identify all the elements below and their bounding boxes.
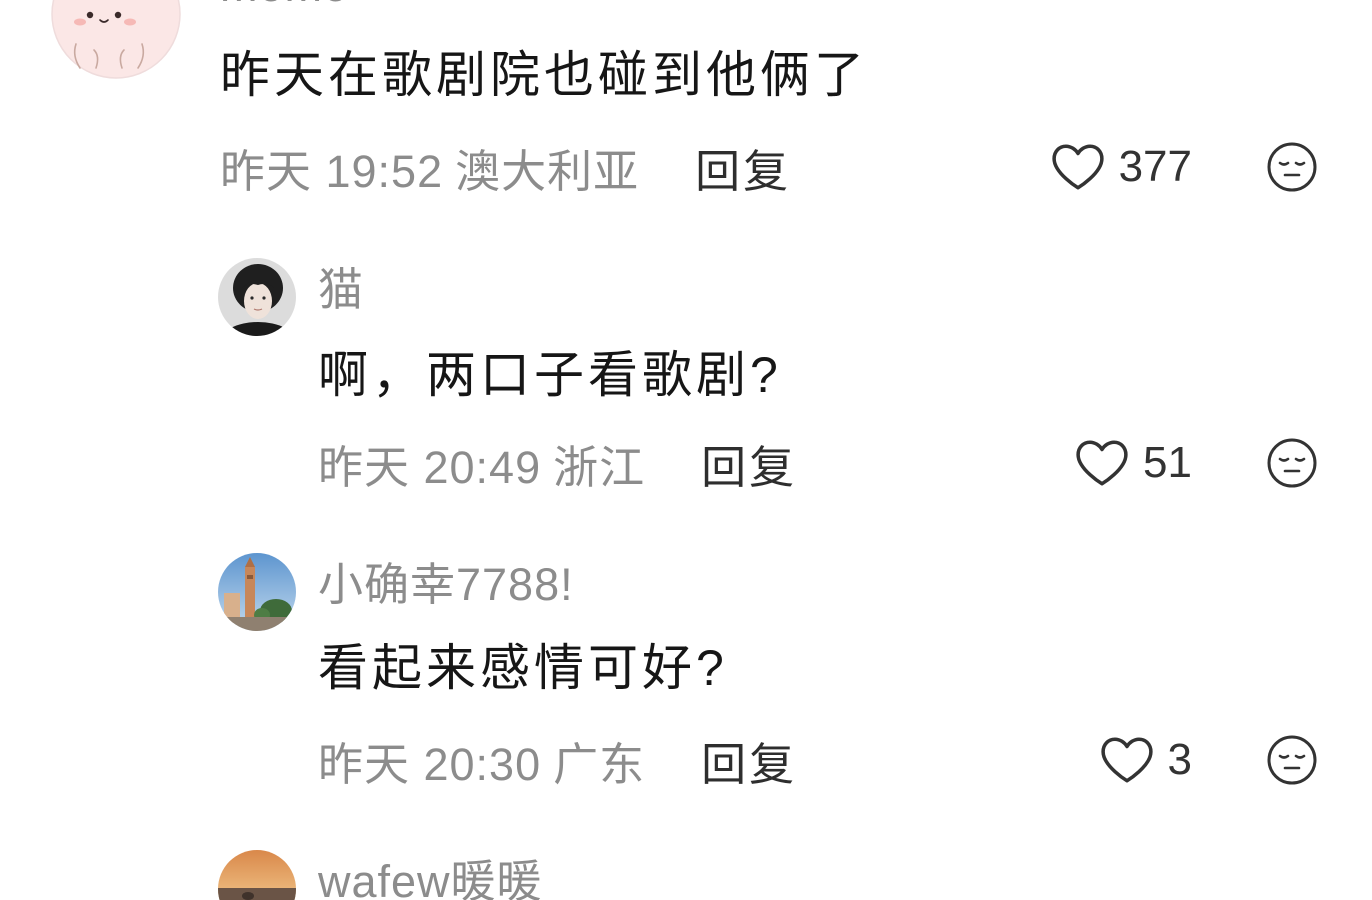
comment-meta: 昨天 19:52 澳大利亚 回复 xyxy=(220,137,791,197)
comment-time: 昨天 19:52 xyxy=(220,145,444,197)
heart-icon[interactable] xyxy=(1100,736,1154,784)
reply-location: 广东 xyxy=(553,738,646,790)
comment-location: 澳大利亚 xyxy=(455,145,640,197)
reply-meta: 昨天 20:49 浙江 回复 xyxy=(318,433,797,493)
reply-button[interactable]: 回复 xyxy=(695,135,791,200)
comment-username-wrapper: momo xyxy=(220,0,440,14)
reply-username-wrapper: wafew暖暖 xyxy=(318,854,738,900)
reply-username[interactable]: 猫 xyxy=(318,262,364,318)
like-group[interactable]: 377 xyxy=(1051,137,1192,197)
meh-face-icon[interactable] xyxy=(1266,734,1318,786)
meh-face-icon[interactable] xyxy=(1266,141,1318,193)
like-count: 3 xyxy=(1167,735,1192,784)
reply-button[interactable]: 回复 xyxy=(701,728,797,793)
reply-text: 看起来感情可好? xyxy=(318,640,728,696)
like-group[interactable]: 3 xyxy=(1100,730,1192,790)
avatar[interactable] xyxy=(218,258,296,336)
avatar[interactable] xyxy=(50,0,182,82)
avatar[interactable] xyxy=(218,850,296,900)
reply-text: 啊，两口子看歌剧? xyxy=(318,347,782,403)
reply-meta: 昨天 20:30 广东 回复 xyxy=(318,730,797,790)
heart-icon[interactable] xyxy=(1051,143,1105,191)
like-group[interactable]: 51 xyxy=(1075,433,1192,493)
reply-time: 昨天 20:49 xyxy=(318,441,542,493)
reply-username[interactable]: wafew暖暖 xyxy=(318,854,543,900)
comment-thread: momo 昨天在歌剧院也碰到他俩了 昨天 19:52 澳大利亚 回复 377 xyxy=(0,0,1372,900)
meh-face-icon[interactable] xyxy=(1266,437,1318,489)
reply-username[interactable]: 小确幸7788! xyxy=(318,557,574,613)
avatar[interactable] xyxy=(218,553,296,631)
like-count: 51 xyxy=(1143,438,1192,487)
like-count: 377 xyxy=(1118,142,1192,191)
avatar-cartoon-image xyxy=(51,0,181,79)
comment-text: 昨天在歌剧院也碰到他俩了 xyxy=(220,47,868,103)
comment-username[interactable]: momo xyxy=(220,0,349,14)
reply-location: 浙江 xyxy=(553,441,646,493)
heart-icon[interactable] xyxy=(1075,439,1129,487)
reply-button[interactable]: 回复 xyxy=(701,431,797,496)
reply-time: 昨天 20:30 xyxy=(318,738,542,790)
